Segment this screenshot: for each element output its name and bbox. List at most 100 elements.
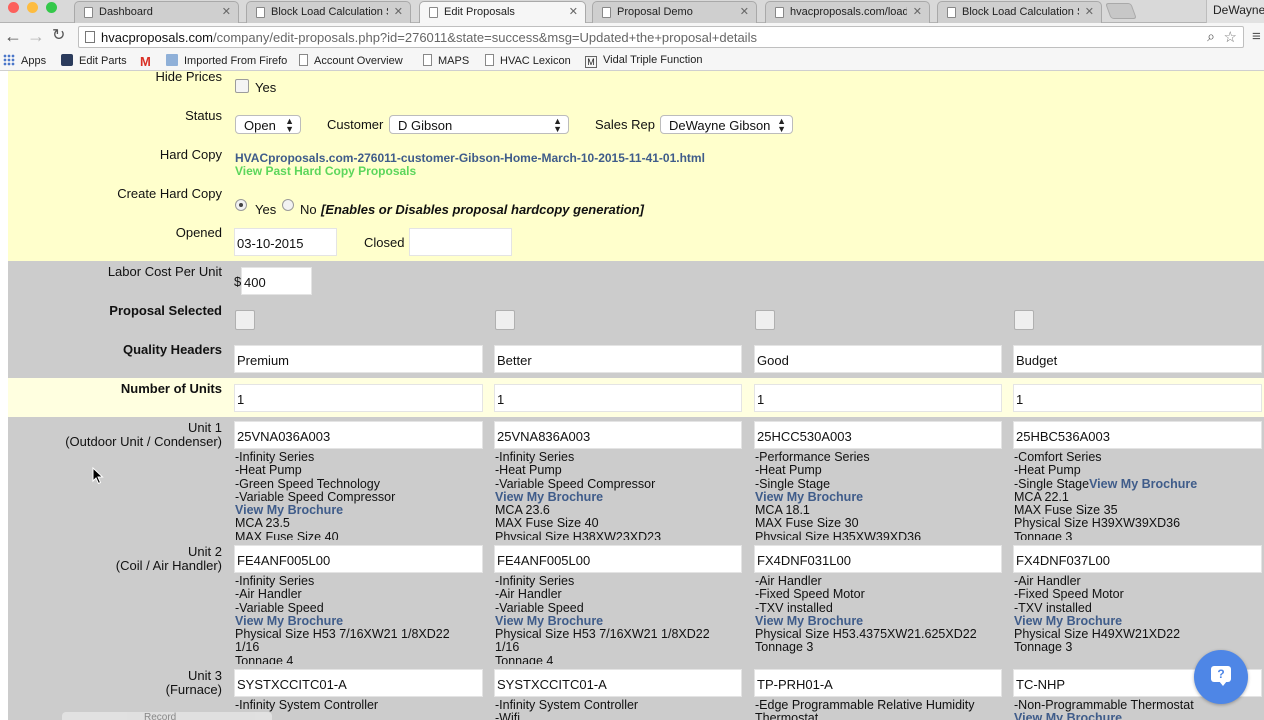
bookmark-maps[interactable]: MAPS <box>423 54 469 67</box>
tab-title: Block Load Calculation Sc <box>271 6 388 18</box>
create-hard-copy-yes-text: Yes <box>255 202 277 217</box>
back-arrow-icon[interactable]: ← <box>4 27 22 45</box>
unit-3-better-model-input[interactable]: SYSTXCCITC01-A <box>494 669 742 697</box>
view-brochure-link[interactable]: View My Brochure <box>495 614 745 628</box>
units-budget-input[interactable]: 1 <box>1013 384 1262 412</box>
unit-2-better-model-input[interactable]: FE4ANF005L00 <box>494 545 742 573</box>
tab-dashboard[interactable]: Dashboard ✕ <box>74 1 239 23</box>
create-hard-copy-yes-radio[interactable] <box>235 199 247 211</box>
sales-rep-select[interactable]: DeWayne Gibson ▲ ▼ <box>660 115 793 134</box>
close-tab-icon[interactable]: ✕ <box>569 5 578 18</box>
unit-2-good-model-input[interactable]: FX4DNF031L00 <box>754 545 1002 573</box>
profile-button[interactable]: DeWayne <box>1206 0 1264 23</box>
hard-copy-note: [Enables or Disables proposal hardcopy g… <box>321 202 644 217</box>
address-bar[interactable]: hvacproposals.com/company/edit-proposals… <box>78 26 1244 48</box>
bookmark-star-icon[interactable]: ☆ <box>1224 28 1237 46</box>
create-hard-copy-label: Create Hard Copy <box>117 186 222 201</box>
quality-header-good-input[interactable]: Good <box>754 345 1002 373</box>
edit-proposal-page: Hide Prices Yes Status Open ▲ ▼ Customer … <box>0 71 1264 720</box>
proposal-selected-good-checkbox[interactable] <box>755 310 775 330</box>
bookmark-imported-folder[interactable]: Imported From Firefo <box>166 54 287 67</box>
zoom-magnifier-icon[interactable]: ⌕ <box>1207 28 1215 45</box>
unit-2-label-line1: Unit 2 <box>188 544 222 559</box>
unit-3-premium-model-input[interactable]: SYSTXCCITC01-A <box>234 669 483 697</box>
view-past-hard-copy-link[interactable]: View Past Hard Copy Proposals <box>235 164 416 178</box>
hide-prices-checkbox[interactable] <box>235 79 249 93</box>
quality-header-budget-input[interactable]: Budget <box>1013 345 1262 373</box>
tab-block-load-calculation[interactable]: Block Load Calculation Sc ✕ <box>246 1 411 23</box>
proposal-selected-better-checkbox[interactable] <box>495 310 515 330</box>
opened-date-input[interactable]: 03-10-2015 <box>234 228 337 256</box>
page-icon <box>775 7 784 18</box>
view-brochure-link[interactable]: View My Brochure <box>1014 614 1264 628</box>
customer-select[interactable]: D Gibson ▲ ▼ <box>389 115 569 134</box>
bookmark-gmail[interactable]: M <box>140 54 151 69</box>
view-brochure-link[interactable]: View My Brochure <box>1014 711 1264 720</box>
unit-1-budget-model-input[interactable]: 25HBC536A003 <box>1013 421 1262 449</box>
description-line: -TXV installed <box>1014 600 1092 615</box>
labor-cost-input[interactable]: 400 <box>241 267 312 295</box>
description-line: -Variable Speed Compressor <box>235 489 396 504</box>
view-brochure-link[interactable]: View My Brochure <box>1089 477 1197 491</box>
closed-date-input[interactable] <box>409 228 512 256</box>
tab-proposal-demo[interactable]: Proposal Demo ✕ <box>592 1 757 23</box>
quality-header-premium-input[interactable]: Premium <box>234 345 483 373</box>
unit-1-good-model-input[interactable]: 25HCC530A003 <box>754 421 1002 449</box>
minimize-window-icon[interactable] <box>27 2 38 13</box>
view-brochure-link[interactable]: View My Brochure <box>755 490 1005 504</box>
units-good-input[interactable]: 1 <box>754 384 1002 412</box>
page-icon <box>485 54 494 66</box>
site-favicon-icon <box>61 54 73 66</box>
tab-loadcalc[interactable]: hvacproposals.com/loadca ✕ <box>765 1 930 23</box>
unit-1-label-line1: Unit 1 <box>188 420 222 435</box>
unit-3-good-model-input[interactable]: TP-PRH01-A <box>754 669 1002 697</box>
close-tab-icon[interactable]: ✕ <box>394 5 403 18</box>
new-tab-button[interactable] <box>1105 3 1137 19</box>
tab-edit-proposals[interactable]: Edit Proposals ✕ <box>419 1 586 23</box>
view-brochure-link[interactable]: View My Brochure <box>235 614 485 628</box>
create-hard-copy-no-radio[interactable] <box>282 199 294 211</box>
unit-2-premium-model-input[interactable]: FE4ANF005L00 <box>234 545 483 573</box>
quality-header-better-input[interactable]: Better <box>494 345 742 373</box>
view-brochure-link[interactable]: View My Brochure <box>755 614 1005 628</box>
bookmark-account-overview[interactable]: Account Overview <box>299 54 403 67</box>
page-icon <box>423 54 432 66</box>
tab-block-load-calculation-2[interactable]: Block Load Calculation Sc ✕ <box>937 1 1102 23</box>
proposal-selected-budget-checkbox[interactable] <box>1014 310 1034 330</box>
chat-help-button[interactable]: ? <box>1194 650 1248 704</box>
bookmark-edit-parts[interactable]: Edit Parts <box>61 54 127 67</box>
description-line: 1/16 <box>495 640 520 655</box>
close-tab-icon[interactable]: ✕ <box>222 5 231 18</box>
reload-icon[interactable]: ↻ <box>52 27 65 45</box>
unit-1-good-description: -Performance Series -Heat Pump -Single Sta… <box>755 451 1005 540</box>
bookmark-hvac-lexicon[interactable]: HVAC Lexicon <box>485 54 571 67</box>
create-hard-copy-no-text: No <box>300 202 317 217</box>
unit-2-better-description: -Infinity Series -Air Handler -Variable Sp… <box>495 575 745 664</box>
bookmark-apps[interactable]: Apps <box>3 54 46 67</box>
bookmark-vidal-triple-function[interactable]: M Vidal Triple Function <box>585 54 702 68</box>
close-window-icon[interactable] <box>8 2 19 13</box>
forward-arrow-icon[interactable]: → <box>27 27 45 45</box>
close-tab-icon[interactable]: ✕ <box>1085 5 1094 18</box>
unit-3-label-line1: Unit 3 <box>188 668 222 683</box>
units-better-input[interactable]: 1 <box>494 384 742 412</box>
status-select[interactable]: Open ▲ ▼ <box>235 115 301 134</box>
page-info-icon[interactable] <box>85 31 95 43</box>
maximize-window-icon[interactable] <box>46 2 57 13</box>
browser-menu-icon[interactable]: ≡ <box>1252 29 1261 44</box>
url-host: hvacproposals.com <box>101 30 213 45</box>
close-tab-icon[interactable]: ✕ <box>913 5 922 18</box>
unit-1-better-model-input[interactable]: 25VNA836A003 <box>494 421 742 449</box>
browser-toolbar: ← → ↻ hvacproposals.com/company/edit-pro… <box>0 23 1264 51</box>
units-premium-input[interactable]: 1 <box>234 384 483 412</box>
page-icon <box>299 54 308 66</box>
view-brochure-link[interactable]: View My Brochure <box>235 503 485 517</box>
bookmark-label: MAPS <box>438 55 470 67</box>
proposal-selected-premium-checkbox[interactable] <box>235 310 255 330</box>
hard-copy-file-link[interactable]: HVACproposals.com-276011-customer-Gibson… <box>235 151 705 165</box>
view-brochure-link[interactable]: View My Brochure <box>495 490 745 504</box>
unit-2-budget-model-input[interactable]: FX4DNF037L00 <box>1013 545 1262 573</box>
unit-1-premium-model-input[interactable]: 25VNA036A003 <box>234 421 483 449</box>
description-line: Physical Size H53.4375XW21.625XD22 <box>755 627 977 642</box>
close-tab-icon[interactable]: ✕ <box>740 5 749 18</box>
